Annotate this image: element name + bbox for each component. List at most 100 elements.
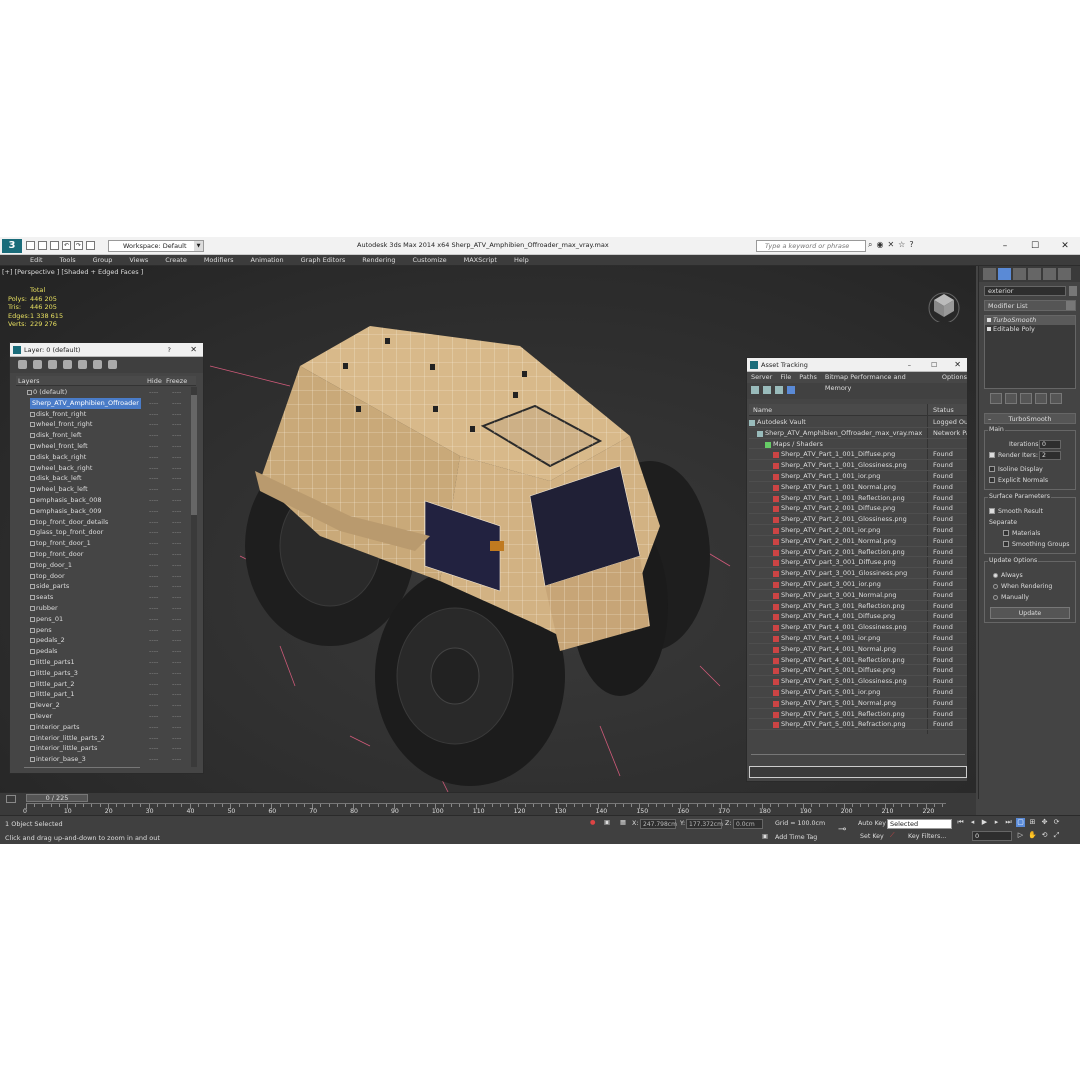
- hide-toggle[interactable]: ----: [149, 441, 158, 452]
- freeze-toggle[interactable]: ----: [172, 441, 181, 452]
- menu-item-tools[interactable]: Tools: [60, 256, 76, 264]
- freeze-toggle[interactable]: ----: [172, 419, 181, 430]
- menu-item-create[interactable]: Create: [165, 256, 187, 264]
- list-view-icon[interactable]: [763, 386, 771, 394]
- hide-toggle[interactable]: ----: [149, 679, 158, 690]
- asset-row[interactable]: Sherp_ATV_part_3_001_Glossiness.png Found: [749, 568, 967, 579]
- asset-row[interactable]: Sherp_ATV_Part_1_001_Reflection.png Found: [749, 493, 967, 504]
- menu-item-help[interactable]: Help: [514, 256, 529, 264]
- search-input[interactable]: Type a keyword or phrase: [756, 240, 866, 252]
- layer-row[interactable]: wheel_back_left ---- ----: [16, 484, 196, 495]
- asset-row[interactable]: Maps / Shaders: [749, 439, 967, 450]
- hide-toggle[interactable]: ----: [149, 754, 158, 765]
- table-view-icon[interactable]: [787, 386, 795, 394]
- maximize-icon[interactable]: ☐: [1020, 237, 1050, 255]
- asset-path-field[interactable]: [749, 766, 967, 778]
- materials-checkbox[interactable]: [1003, 530, 1009, 536]
- asset-row[interactable]: Sherp_ATV_Part_1_001_Normal.png Found: [749, 482, 967, 493]
- freeze-toggle[interactable]: ----: [172, 614, 181, 625]
- freeze-toggle[interactable]: ----: [172, 646, 181, 657]
- freeze-toggle[interactable]: ----: [172, 387, 181, 398]
- modifier-list-dropdown[interactable]: Modifier List: [984, 300, 1076, 311]
- freeze-toggle[interactable]: ----: [172, 722, 181, 733]
- asset-menu-paths[interactable]: Paths: [799, 372, 817, 383]
- close-icon[interactable]: ✕: [190, 343, 197, 357]
- layer-row[interactable]: wheel_front_right ---- ----: [16, 419, 196, 430]
- hide-column-header[interactable]: Hide: [147, 377, 162, 385]
- freeze-toggle[interactable]: ----: [172, 571, 181, 582]
- asset-row[interactable]: Sherp_ATV_Part_5_001_ior.png Found: [749, 687, 967, 698]
- freeze-all-icon[interactable]: [108, 360, 117, 369]
- asset-row[interactable]: Sherp_ATV_Part_5_001_Glossiness.png Found: [749, 676, 967, 687]
- isoline-checkbox[interactable]: [989, 466, 995, 472]
- layer-row[interactable]: disk_back_right ---- ----: [16, 452, 196, 463]
- atv-model-wireframe[interactable]: [200, 306, 750, 796]
- layer-row[interactable]: pens_01 ---- ----: [16, 614, 196, 625]
- hide-toggle[interactable]: ----: [149, 646, 158, 657]
- undo-icon[interactable]: ↶: [62, 241, 71, 250]
- menu-item-maxscript[interactable]: MAXScript: [464, 256, 497, 264]
- hide-toggle[interactable]: ----: [149, 700, 158, 711]
- turbosmooth-rollout-header[interactable]: – TurboSmooth: [984, 413, 1076, 424]
- absolute-mode-icon[interactable]: ▦: [620, 819, 626, 826]
- render-iters-spinner[interactable]: 2: [1039, 451, 1061, 460]
- manually-radio[interactable]: [993, 594, 998, 600]
- binoculars-icon[interactable]: ⌕: [868, 240, 872, 250]
- menu-item-group[interactable]: Group: [93, 256, 113, 264]
- play-icon[interactable]: ▶: [980, 818, 989, 827]
- signin-icon[interactable]: ◉: [876, 240, 883, 250]
- layers-column-header[interactable]: Layers: [18, 377, 40, 385]
- key-mode-icon[interactable]: ▢: [1016, 818, 1025, 827]
- next-frame-icon[interactable]: ▸: [992, 818, 1001, 827]
- freeze-toggle[interactable]: ----: [172, 700, 181, 711]
- key-icon[interactable]: ⊸: [838, 824, 846, 835]
- layer-row[interactable]: pens ---- ----: [16, 625, 196, 636]
- menu-item-graph-editors[interactable]: Graph Editors: [301, 256, 346, 264]
- utilities-tab-icon[interactable]: [1058, 268, 1071, 280]
- asset-row[interactable]: Sherp_ATV_Part_5_001_Diffuse.png Found: [749, 665, 967, 677]
- hide-toggle[interactable]: ----: [149, 463, 158, 474]
- asset-row[interactable]: Sherp_ATV_Part_5_001_Normal.png Found: [749, 698, 967, 709]
- select-objects-icon[interactable]: [63, 360, 72, 369]
- hide-toggle[interactable]: ----: [149, 657, 158, 668]
- layer-row[interactable]: interior_base_3 ---- ----: [16, 754, 196, 765]
- smooth-result-checkbox[interactable]: [989, 508, 995, 514]
- hide-toggle[interactable]: ----: [149, 743, 158, 754]
- horizontal-scrollbar[interactable]: [24, 767, 140, 771]
- y-coordinate-field[interactable]: 177.372cm: [686, 819, 723, 829]
- hide-toggle[interactable]: ----: [149, 549, 158, 560]
- time-slider[interactable]: 0 / 225: [26, 794, 88, 802]
- stack-item-editable-poly[interactable]: Editable Poly: [985, 325, 1075, 334]
- hide-toggle[interactable]: ----: [149, 430, 158, 441]
- asset-row[interactable]: Sherp_ATV_Amphibien_Offroader_max_vray.m…: [749, 428, 967, 439]
- freeze-toggle[interactable]: ----: [172, 538, 181, 549]
- freeze-toggle[interactable]: ----: [172, 603, 181, 614]
- zoom-extents-icon[interactable]: ⊞: [1028, 818, 1037, 827]
- asset-row[interactable]: Sherp_ATV_Part_2_001_Reflection.png Found: [749, 547, 967, 558]
- stack-item-turbosmooth[interactable]: TurboSmooth: [985, 316, 1075, 325]
- scrollbar-thumb[interactable]: [191, 395, 197, 515]
- workspace-dropdown[interactable]: Workspace: Default ▼: [108, 240, 204, 252]
- always-radio[interactable]: [993, 572, 998, 578]
- redo-icon[interactable]: ↷: [74, 241, 83, 250]
- object-color-swatch[interactable]: [1069, 286, 1077, 296]
- pan-hand-icon[interactable]: ✋: [1028, 831, 1037, 840]
- vault-login-icon[interactable]: [751, 386, 759, 394]
- hide-toggle[interactable]: ----: [149, 484, 158, 495]
- z-coordinate-field[interactable]: 0.0cm: [733, 819, 763, 829]
- layer-row[interactable]: top_door ---- ----: [16, 571, 196, 582]
- help-button[interactable]: ?: [168, 343, 171, 357]
- minimize-icon[interactable]: –: [990, 237, 1020, 255]
- layer-row[interactable]: side_parts ---- ----: [16, 581, 196, 592]
- freeze-toggle[interactable]: ----: [172, 527, 181, 538]
- asset-menu-bitmap-performance-and-memory[interactable]: Bitmap Performance and Memory: [825, 372, 934, 392]
- orbit-icon[interactable]: ⟳: [1052, 818, 1061, 827]
- hide-toggle[interactable]: ----: [149, 635, 158, 646]
- set-key-icon[interactable]: ⟋: [890, 832, 894, 840]
- close-icon[interactable]: ✕: [1050, 237, 1080, 255]
- asset-row[interactable]: Sherp_ATV_Part_3_001_Reflection.png Found: [749, 601, 967, 612]
- star-icon[interactable]: ☆: [898, 240, 905, 250]
- hide-toggle[interactable]: ----: [149, 419, 158, 430]
- hide-toggle[interactable]: ----: [149, 592, 158, 603]
- freeze-toggle[interactable]: ----: [172, 517, 181, 528]
